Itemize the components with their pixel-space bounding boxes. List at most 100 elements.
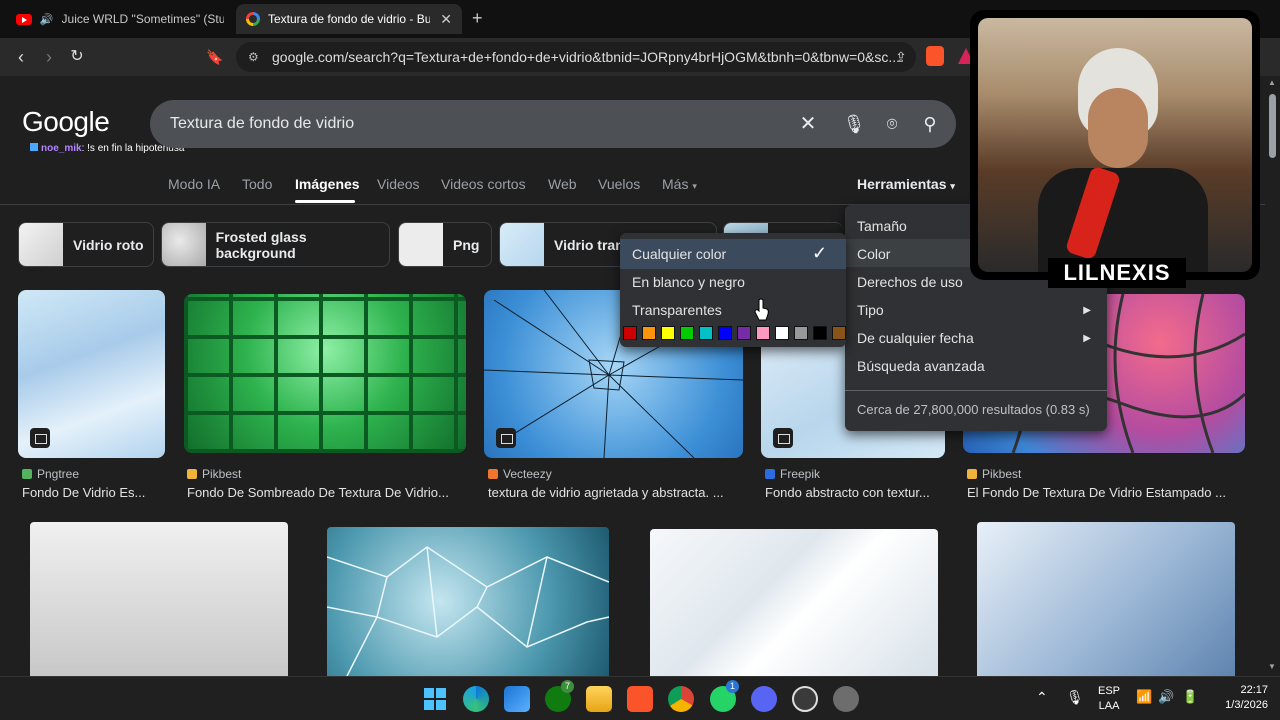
result-image[interactable]: [327, 527, 609, 676]
color-swatch-blue[interactable]: [718, 326, 732, 340]
tools-button[interactable]: Herramientas ▾: [857, 176, 955, 192]
result-image[interactable]: [977, 522, 1235, 676]
search-box[interactable]: Textura de fondo de vidrio ✕ 🎙 ⌾ ⚲: [150, 100, 956, 148]
google-logo[interactable]: Google: [22, 106, 110, 138]
tab-todo[interactable]: Todo: [242, 176, 272, 192]
menu-item-tamano[interactable]: Tamaño: [857, 218, 907, 234]
color-swatch-green[interactable]: [680, 326, 694, 340]
result-source[interactable]: Pikbest: [187, 467, 241, 481]
volume-icon[interactable]: 🔊: [1158, 689, 1174, 705]
result-title[interactable]: Fondo De Vidrio Es...: [22, 485, 172, 500]
result-title[interactable]: El Fondo De Textura De Vidrio Estampado …: [967, 485, 1243, 500]
color-swatch-teal[interactable]: [699, 326, 713, 340]
share-icon[interactable]: ⇪: [890, 46, 912, 68]
source-favicon-icon: [967, 469, 977, 479]
bookmark-icon[interactable]: 🔖: [204, 46, 226, 68]
chip-frosted-glass[interactable]: Frosted glass background: [161, 222, 390, 267]
site-settings-icon[interactable]: ⚙: [248, 50, 259, 64]
result-image[interactable]: [184, 294, 466, 453]
result-source[interactable]: Vecteezy: [488, 467, 552, 481]
microphone-icon[interactable]: 🎙: [842, 112, 866, 136]
tab-imagenes[interactable]: Imágenes: [295, 176, 360, 192]
discord-icon[interactable]: [751, 686, 777, 712]
page-scrollbar[interactable]: ▲ ▼: [1265, 76, 1280, 676]
chevron-up-icon[interactable]: ⌃: [1036, 689, 1048, 706]
chip-thumbnail: [399, 223, 443, 266]
reload-icon[interactable]: ↻: [66, 46, 88, 68]
menu-item-tipo[interactable]: Tipo: [857, 302, 884, 318]
microphone-tray-icon[interactable]: 🎙: [1066, 689, 1084, 706]
color-swatch-orange[interactable]: [642, 326, 656, 340]
source-favicon-icon: [22, 469, 32, 479]
hand-cursor-icon: [754, 298, 769, 321]
tab-youtube[interactable]: 🔊 Juice WRLD "Sometimes" (Studio: [6, 4, 234, 34]
menu-item-derechos[interactable]: Derechos de uso: [857, 274, 963, 290]
image-badge-icon: [773, 428, 793, 448]
result-image[interactable]: [18, 290, 165, 458]
menu-item-color[interactable]: Color: [857, 246, 890, 262]
tab-modo-ia[interactable]: Modo IA: [168, 176, 220, 192]
obs-icon[interactable]: [792, 686, 818, 712]
close-tab-icon[interactable]: ✕: [440, 11, 452, 28]
chevron-down-icon: ▾: [950, 181, 955, 191]
whatsapp-icon[interactable]: 1: [710, 680, 739, 712]
color-swatch-brown[interactable]: [832, 326, 846, 340]
lens-camera-icon[interactable]: ⌾: [880, 112, 904, 136]
result-source[interactable]: Pngtree: [22, 467, 79, 481]
clock[interactable]: 22:17 1/3/2026: [1214, 684, 1268, 711]
xbox-icon[interactable]: 7: [545, 680, 574, 712]
address-bar[interactable]: ⚙ google.com/search?q=Textura+de+fondo+d…: [236, 42, 916, 72]
tab-videos[interactable]: Videos: [377, 176, 420, 192]
tab-web[interactable]: Web: [548, 176, 577, 192]
result-title[interactable]: textura de vidrio agrietada y abstracta.…: [488, 485, 744, 500]
color-swatch-black[interactable]: [813, 326, 827, 340]
result-image[interactable]: [650, 529, 938, 676]
new-tab-button[interactable]: +: [472, 8, 483, 29]
battery-icon[interactable]: 🔋: [1182, 689, 1198, 705]
tab-videos-cortos[interactable]: Videos cortos: [441, 176, 526, 192]
result-title[interactable]: Fondo De Sombreado De Textura De Vidrio.…: [187, 485, 467, 500]
results-count: Cerca de 27,800,000 resultados (0.83 s): [857, 402, 1090, 417]
tab-vuelos[interactable]: Vuelos: [598, 176, 640, 192]
color-swatch-pink[interactable]: [756, 326, 770, 340]
brave-shields-icon[interactable]: [926, 46, 944, 66]
color-swatch-white[interactable]: [775, 326, 789, 340]
clear-icon[interactable]: ✕: [796, 112, 820, 136]
scrollbar-thumb[interactable]: [1269, 94, 1276, 158]
wifi-icon[interactable]: 📶: [1136, 689, 1152, 705]
tab-google-search[interactable]: Textura de fondo de vidrio - Busc ✕: [236, 4, 462, 34]
search-input[interactable]: Textura de fondo de vidrio: [170, 115, 354, 133]
menu-item-cualquier-color[interactable]: Cualquier color: [632, 246, 726, 262]
search-icon[interactable]: ⚲: [918, 112, 942, 136]
back-icon[interactable]: ‹: [10, 46, 32, 68]
scroll-down-icon[interactable]: ▼: [1268, 662, 1276, 671]
store-icon[interactable]: [504, 686, 530, 712]
menu-item-busqueda-avanzada[interactable]: Búsqueda avanzada: [857, 358, 985, 374]
scroll-up-icon[interactable]: ▲: [1268, 78, 1276, 87]
chip-png[interactable]: Png: [398, 222, 492, 267]
result-title[interactable]: Fondo abstracto con textur...: [765, 485, 945, 500]
result-source[interactable]: Freepik: [765, 467, 820, 481]
active-tab-indicator: [295, 200, 355, 203]
settings-gear-icon[interactable]: [833, 686, 859, 712]
result-image[interactable]: [30, 522, 288, 676]
menu-item-blanco-negro[interactable]: En blanco y negro: [632, 274, 745, 290]
color-swatch-purple[interactable]: [737, 326, 751, 340]
result-source[interactable]: Pikbest: [967, 467, 1021, 481]
file-explorer-icon[interactable]: [586, 686, 612, 712]
color-swatch-gray[interactable]: [794, 326, 808, 340]
tab-mas[interactable]: Más ▾: [662, 176, 697, 192]
color-swatch-yellow[interactable]: [661, 326, 675, 340]
menu-item-fecha[interactable]: De cualquier fecha: [857, 330, 974, 346]
windows-taskbar: 7 1 ⌃ 🎙 ESP LAA 📶 🔊 🔋 22:17 1/3/2026: [0, 676, 1280, 720]
forward-icon[interactable]: ›: [38, 46, 60, 68]
brave-icon[interactable]: [627, 686, 653, 712]
source-name: Vecteezy: [503, 467, 552, 481]
chrome-icon[interactable]: [668, 686, 694, 712]
color-swatch-red[interactable]: [623, 326, 637, 340]
chip-vidrio-roto[interactable]: Vidrio roto: [18, 222, 154, 267]
language-indicator[interactable]: ESP LAA: [1098, 685, 1120, 712]
edge-icon[interactable]: [463, 686, 489, 712]
windows-start-icon[interactable]: [422, 686, 448, 712]
menu-item-transparentes[interactable]: Transparentes: [632, 302, 722, 318]
